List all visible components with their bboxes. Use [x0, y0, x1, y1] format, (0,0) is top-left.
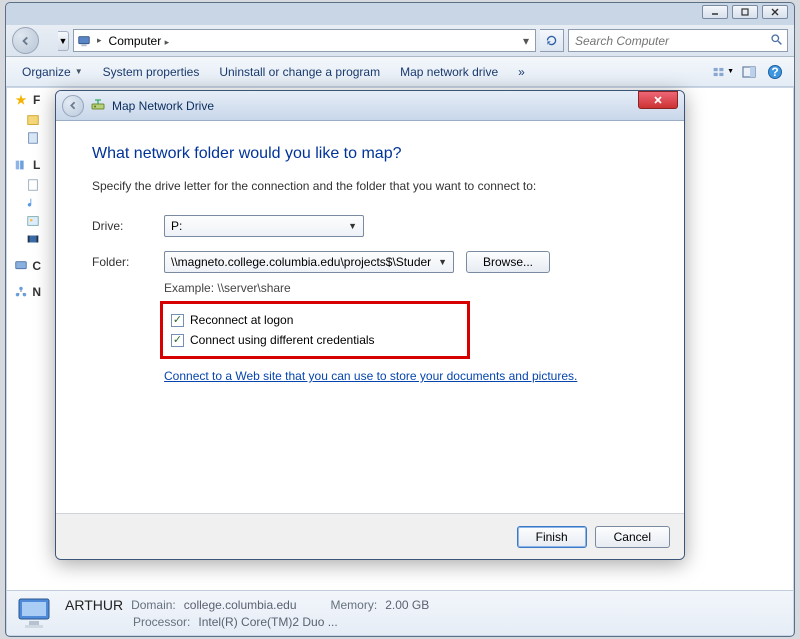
different-credentials-checkbox[interactable]	[171, 334, 184, 347]
computer-name: ARTHUR	[65, 597, 123, 613]
map-network-drive-button[interactable]: Map network drive	[392, 62, 506, 82]
chevron-down-icon: ▼	[438, 257, 447, 267]
view-options-button[interactable]: ▼	[712, 61, 734, 83]
breadcrumb-arrow[interactable]: ▸	[94, 35, 105, 46]
network-drive-icon	[90, 96, 106, 115]
videos-icon	[25, 231, 41, 247]
processor-label: Processor:	[133, 615, 190, 629]
cancel-button[interactable]: Cancel	[595, 526, 670, 548]
drive-label: Drive:	[92, 219, 164, 233]
preview-pane-button[interactable]	[738, 61, 760, 83]
organize-menu[interactable]: Organize▼	[14, 62, 91, 82]
drive-letter-combo[interactable]: P: ▼	[164, 215, 364, 237]
documents-icon	[25, 177, 41, 193]
navigation-pane: ★ F L C N	[7, 88, 47, 590]
address-dropdown[interactable]: ▾	[517, 34, 535, 48]
libraries-header[interactable]: L	[33, 158, 40, 172]
example-text: Example: \\server\share	[164, 281, 648, 295]
folder-path-combo[interactable]: \\magneto.college.columbia.edu\projects$…	[164, 251, 454, 273]
favorites-header[interactable]: F	[33, 93, 40, 107]
finish-button[interactable]: Finish	[517, 526, 587, 548]
browse-button[interactable]: Browse...	[466, 251, 550, 273]
favorites-icon: ★	[13, 92, 29, 108]
computer-tree-icon	[13, 258, 28, 274]
domain-label: Domain:	[131, 598, 176, 612]
recent-icon	[25, 130, 41, 146]
breadcrumb-computer[interactable]: Computer ▸	[105, 34, 517, 48]
dialog-titlebar: Map Network Drive	[56, 91, 684, 121]
network-header[interactable]: N	[32, 285, 41, 299]
downloads-icon	[25, 112, 41, 128]
reconnect-label: Reconnect at logon	[190, 313, 293, 327]
computer-icon	[74, 34, 94, 48]
different-credentials-label: Connect using different credentials	[190, 333, 375, 347]
dialog-back-button[interactable]	[62, 95, 84, 117]
help-button[interactable]: ?	[764, 61, 786, 83]
drive-letter-value: P:	[171, 219, 182, 233]
reconnect-checkbox[interactable]	[171, 314, 184, 327]
window-titlebar	[6, 3, 794, 25]
memory-value: 2.00 GB	[385, 598, 429, 612]
command-bar: Organize▼ System properties Uninstall or…	[6, 57, 794, 87]
nav-back-button[interactable]	[12, 27, 39, 54]
svg-text:?: ?	[771, 65, 778, 79]
folder-label: Folder:	[92, 255, 164, 269]
uninstall-program-button[interactable]: Uninstall or change a program	[211, 62, 388, 82]
search-input[interactable]	[569, 34, 765, 48]
dialog-close-button[interactable]	[638, 91, 678, 109]
dialog-title: Map Network Drive	[112, 99, 214, 113]
pictures-icon	[25, 213, 41, 229]
network-tree-icon	[13, 284, 28, 300]
map-network-drive-dialog: Map Network Drive What network folder wo…	[55, 90, 685, 560]
minimize-button[interactable]	[702, 5, 728, 19]
music-icon	[25, 195, 41, 211]
search-box[interactable]	[568, 29, 788, 52]
refresh-button[interactable]	[540, 29, 564, 52]
libraries-icon	[13, 157, 29, 173]
computer-header[interactable]: C	[32, 259, 41, 273]
connect-website-link[interactable]: Connect to a Web site that you can use t…	[164, 369, 577, 383]
nav-history-dropdown[interactable]: ▼	[58, 31, 69, 51]
close-button[interactable]	[762, 5, 788, 19]
memory-label: Memory:	[331, 598, 378, 612]
details-pane: ARTHUR Domain: college.columbia.edu Memo…	[7, 590, 793, 635]
navigation-row: ▼ ▸ Computer ▸ ▾	[6, 25, 794, 57]
processor-value: Intel(R) Core(TM)2 Duo ...	[198, 615, 337, 629]
toolbar-overflow[interactable]: »	[510, 62, 533, 82]
maximize-button[interactable]	[732, 5, 758, 19]
chevron-down-icon: ▼	[348, 221, 357, 231]
highlight-annotation: Reconnect at logon Connect using differe…	[160, 301, 470, 359]
domain-value: college.columbia.edu	[184, 598, 297, 612]
system-properties-button[interactable]: System properties	[95, 62, 208, 82]
address-bar[interactable]: ▸ Computer ▸ ▾	[73, 29, 536, 52]
folder-path-value: \\magneto.college.columbia.edu\projects$…	[171, 255, 431, 269]
dialog-footer: Finish Cancel	[56, 513, 684, 559]
dialog-heading: What network folder would you like to ma…	[92, 145, 648, 163]
computer-large-icon	[15, 595, 55, 631]
search-icon[interactable]	[765, 33, 787, 49]
dialog-instruction: Specify the drive letter for the connect…	[92, 179, 648, 193]
